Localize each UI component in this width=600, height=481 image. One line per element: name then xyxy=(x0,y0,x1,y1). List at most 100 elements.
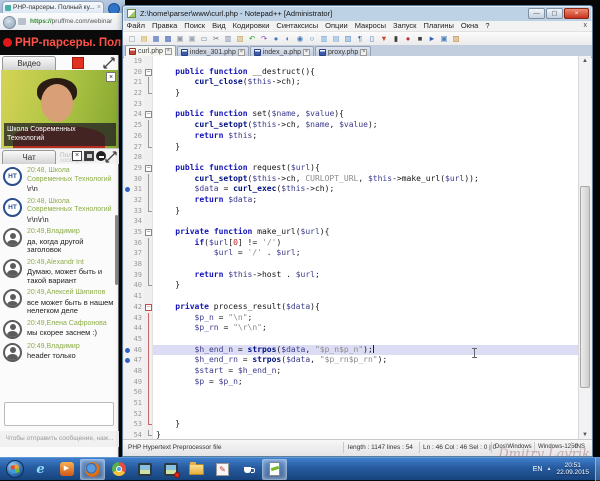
fold-margin[interactable] xyxy=(144,216,153,227)
fold-margin[interactable]: – xyxy=(144,162,153,174)
print-icon[interactable]: ▭ xyxy=(199,34,209,44)
code-line[interactable]: 31 $data = curl_exec($this->ch); xyxy=(124,184,578,195)
bookmark-icon[interactable] xyxy=(125,187,130,193)
fold-margin[interactable] xyxy=(144,88,153,99)
save-all-icon[interactable]: ▩ xyxy=(163,34,173,44)
close-tab-icon[interactable]: × xyxy=(164,48,172,55)
fold-margin[interactable] xyxy=(144,344,153,356)
function-list-icon[interactable]: ▼ xyxy=(379,34,389,44)
sync-scroll-v-icon[interactable]: ▥ xyxy=(319,34,329,44)
fold-margin[interactable] xyxy=(144,120,153,131)
code-text[interactable]: private process_result($data){ xyxy=(153,302,578,313)
show-all-chars-icon[interactable]: ¶ xyxy=(355,34,365,44)
fold-margin[interactable] xyxy=(144,98,153,110)
find-icon[interactable]: ● xyxy=(271,34,281,44)
code-text[interactable]: return $this->host . $url; xyxy=(153,270,578,281)
ie-icon[interactable]: e xyxy=(28,459,53,480)
fold-margin[interactable] xyxy=(144,152,153,163)
fold-margin[interactable] xyxy=(144,387,153,398)
code-line[interactable]: 37 $url = '/' . $url; xyxy=(124,248,578,260)
code-text[interactable]: } xyxy=(153,88,578,99)
code-text[interactable]: $p = $p_n; xyxy=(153,377,578,388)
fold-collapse-icon[interactable]: – xyxy=(145,164,152,172)
code-text[interactable] xyxy=(153,56,578,67)
paste-icon[interactable]: ▧ xyxy=(235,34,245,44)
editor-scrollbar[interactable]: ▲ ▼ xyxy=(578,56,591,440)
start-button[interactable] xyxy=(2,459,27,480)
explorer-icon[interactable] xyxy=(184,459,209,480)
code-line[interactable]: 19 xyxy=(124,56,578,67)
fold-margin[interactable] xyxy=(144,205,153,217)
monitoring-icon[interactable]: ▨ xyxy=(451,34,461,44)
fold-margin[interactable]: – xyxy=(144,301,153,313)
fold-margin[interactable] xyxy=(144,248,153,260)
chrome-icon[interactable] xyxy=(106,459,131,480)
code-line[interactable]: 30 curl_setopt($this->ch, CURLOPT_URL, $… xyxy=(124,173,578,185)
replace-icon[interactable]: ◐ xyxy=(283,34,293,44)
code-text[interactable]: curl_setopt($this->ch, CURLOPT_URL, $thi… xyxy=(153,174,578,185)
code-text[interactable]: } xyxy=(153,206,578,217)
code-text[interactable]: $start = $h_end_n; xyxy=(153,366,578,377)
menu-item[interactable]: Опции xyxy=(322,21,352,31)
code-editor[interactable]: 19 20– public function __destruct(){21 cu… xyxy=(124,56,578,440)
undo-icon[interactable]: ↶ xyxy=(247,34,257,44)
code-line[interactable]: 28 xyxy=(124,152,578,163)
code-line[interactable]: 52 xyxy=(124,408,578,420)
code-text[interactable]: if($url[0] != '/') xyxy=(153,238,578,249)
close-all-icon[interactable]: ▣ xyxy=(187,34,197,44)
menu-item[interactable]: Макросы xyxy=(351,21,389,31)
apps-icon[interactable] xyxy=(18,18,26,25)
copy-icon[interactable]: ▥ xyxy=(223,34,233,44)
menu-item[interactable]: Кодировки xyxy=(229,21,273,31)
code-line[interactable]: 23 xyxy=(124,98,578,110)
code-line[interactable]: 45 xyxy=(124,333,578,345)
code-line[interactable]: 32 return $data; xyxy=(124,194,578,206)
notepad-plus-plus-icon[interactable] xyxy=(262,458,287,480)
back-button[interactable]: ← xyxy=(3,16,16,29)
fold-margin[interactable] xyxy=(144,408,153,420)
scrollbar-thumb[interactable] xyxy=(580,186,590,388)
menu-item[interactable]: Плагины xyxy=(420,21,457,31)
address-bar[interactable]: https://pruffme.com/webinar xyxy=(30,18,112,25)
menu-item[interactable]: Вид xyxy=(209,21,230,31)
fold-margin[interactable] xyxy=(144,173,153,185)
fold-margin[interactable]: – xyxy=(144,66,153,78)
code-line[interactable]: 43 $p_n = "\n"; xyxy=(124,312,578,324)
code-text[interactable]: $p_n = "\n"; xyxy=(153,313,578,324)
fold-margin[interactable] xyxy=(144,259,153,270)
media-player-icon[interactable]: ▶ xyxy=(54,459,79,480)
code-line[interactable]: 46 $h_end_n = strpos($data, "$p_n$p_n"); xyxy=(124,344,578,356)
code-text[interactable]: } xyxy=(153,419,578,430)
code-line[interactable]: 35– private function make_url($url){ xyxy=(124,227,578,238)
window-titlebar[interactable]: Z:\home\parser\www\curl.php - Notepad++ … xyxy=(123,6,592,21)
code-text[interactable]: $h_end_n = strpos($data, "$p_n$p_n"); xyxy=(153,344,578,356)
code-line[interactable]: 25 curl_setopt($this->ch, $name, $value)… xyxy=(124,120,578,131)
fold-margin[interactable]: – xyxy=(144,227,153,238)
code-line[interactable]: 50 xyxy=(124,387,578,398)
code-text[interactable]: return $this; xyxy=(153,131,578,142)
fold-margin[interactable] xyxy=(144,376,153,388)
code-line[interactable]: 29– public function request($url){ xyxy=(124,162,578,174)
fold-collapse-icon[interactable]: – xyxy=(145,229,152,236)
expand-chat-icon[interactable] xyxy=(105,150,117,163)
code-line[interactable]: 39 return $this->host . $url; xyxy=(124,269,578,281)
save-macro-icon[interactable]: ▣ xyxy=(439,34,449,44)
code-line[interactable]: 34 xyxy=(124,216,578,227)
menu-item[interactable]: Поиск xyxy=(181,21,209,31)
code-line[interactable]: 24– public function set($name, $value){ xyxy=(124,109,578,121)
redo-icon[interactable]: ↷ xyxy=(259,34,269,44)
show-desktop-button[interactable] xyxy=(595,457,600,481)
language-indicator[interactable]: EN xyxy=(533,466,543,473)
menu-item[interactable]: Правка xyxy=(148,21,180,31)
code-text[interactable]: $p_rn = "\r\n"; xyxy=(153,323,578,334)
fold-margin[interactable] xyxy=(144,237,153,249)
maximize-button[interactable]: ▢ xyxy=(546,8,563,19)
clock[interactable]: 20:51 22.09.2015 xyxy=(556,462,589,477)
code-line[interactable]: 21 curl_close($this->ch); xyxy=(124,77,578,89)
fold-margin[interactable] xyxy=(144,291,153,302)
code-text[interactable]: public function __destruct(){ xyxy=(153,67,578,78)
close-button[interactable]: × xyxy=(564,8,589,19)
code-text[interactable]: public function set($name, $value){ xyxy=(153,109,578,120)
image-mode-icon[interactable] xyxy=(84,151,94,161)
zoom-in-icon[interactable]: ◉ xyxy=(295,34,305,44)
